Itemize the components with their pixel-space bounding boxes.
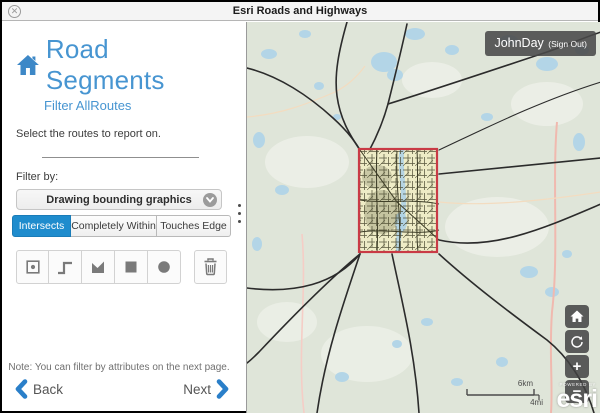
note-text: Note: You can filter by attributes on th…: [4, 362, 234, 373]
tab-touches-edge[interactable]: Touches Edge: [157, 215, 231, 237]
app-title: Esri Roads and Highways: [2, 5, 598, 17]
splitter-handle-dots: [238, 199, 241, 228]
home-icon: [16, 54, 40, 76]
dropdown-value: Drawing bounding graphics: [46, 194, 191, 206]
chevron-down-icon: [203, 193, 217, 207]
sign-out-label: (Sign Out): [548, 39, 587, 49]
panel-header: Road Segments: [16, 34, 234, 96]
spatial-relation-tabs: Intersects Completely Within Touches Edg…: [12, 215, 234, 237]
back-button[interactable]: Back: [14, 379, 68, 399]
selection-graphic: [359, 149, 439, 252]
clear-graphics-button[interactable]: [194, 250, 227, 284]
title-bar: ✕ Esri Roads and Highways: [2, 2, 598, 21]
esri-logo: POWERED BY esri: [557, 383, 597, 413]
draw-point-button[interactable]: [16, 250, 49, 284]
draw-rectangle-button[interactable]: [115, 250, 148, 284]
point-tool-icon: [24, 258, 42, 276]
filter-method-dropdown[interactable]: Drawing bounding graphics: [16, 189, 222, 210]
draw-polyline-button[interactable]: [49, 250, 82, 284]
map-canvas[interactable]: [247, 22, 600, 413]
page-subtitle: Filter AllRoutes: [44, 98, 234, 113]
tab-completely-within[interactable]: Completely Within: [71, 215, 157, 237]
circle-tool-icon: [155, 258, 173, 276]
map-container: JohnDay (Sign Out) + −: [246, 22, 600, 413]
page-title: Road Segments: [46, 34, 234, 96]
next-button[interactable]: Next: [178, 379, 230, 399]
trash-icon: [201, 257, 220, 277]
left-panel: Road Segments Filter AllRoutes Select th…: [4, 22, 234, 409]
sign-out-button[interactable]: JohnDay (Sign Out): [485, 31, 596, 56]
next-chevron-icon: [216, 379, 230, 399]
back-chevron-icon: [14, 379, 28, 399]
draw-polygon-button[interactable]: [82, 250, 115, 284]
polyline-tool-icon: [56, 258, 74, 276]
scale-km-label: 6km: [518, 379, 533, 388]
refresh-icon: [570, 335, 584, 349]
home-extent-button[interactable]: [565, 305, 589, 328]
scale-bar: 6km 4mi: [465, 378, 545, 408]
powered-by-label: POWERED BY: [560, 383, 597, 388]
esri-brand-label: esri: [557, 387, 597, 412]
user-name: JohnDay: [494, 36, 543, 50]
home-extent-icon: [570, 310, 584, 323]
filter-by-label: Filter by:: [16, 171, 234, 183]
divider: [42, 157, 199, 158]
panel-description: Select the routes to report on.: [16, 128, 234, 140]
rectangle-tool-icon: [122, 258, 140, 276]
draw-circle-button[interactable]: [148, 250, 181, 284]
zoom-in-button[interactable]: +: [565, 355, 589, 378]
wizard-nav: Back Next: [14, 379, 230, 401]
refresh-button[interactable]: [565, 330, 589, 353]
zoom-in-label: +: [573, 359, 582, 374]
scale-mi-label: 4mi: [530, 398, 543, 407]
draw-toolbar: [16, 250, 234, 284]
tab-intersects[interactable]: Intersects: [12, 215, 71, 237]
next-label: Next: [183, 382, 211, 397]
polygon-tool-icon: [89, 258, 107, 276]
app-window: ✕ Esri Roads and Highways Road Segments …: [0, 0, 600, 413]
panel-splitter[interactable]: [234, 22, 246, 409]
back-label: Back: [33, 382, 63, 397]
